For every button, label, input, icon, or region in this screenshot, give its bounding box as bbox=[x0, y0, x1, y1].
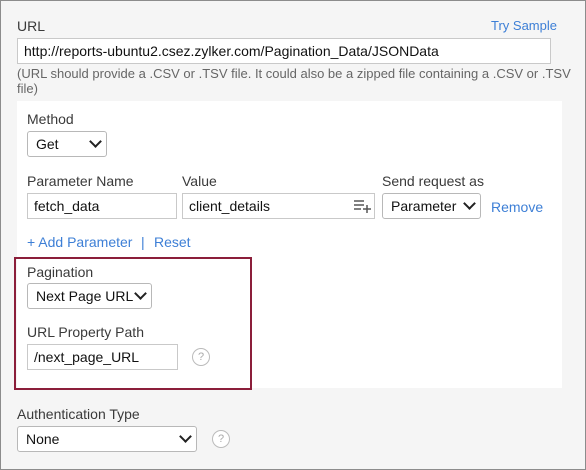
param-name-header: Parameter Name bbox=[27, 173, 134, 189]
add-parameter-link[interactable]: + Add Parameter bbox=[27, 234, 132, 250]
method-select[interactable]: Get bbox=[27, 131, 107, 157]
chevron-down-icon bbox=[89, 135, 102, 148]
form-container: URL Try Sample http://reports-ubuntu2.cs… bbox=[0, 0, 586, 470]
send-as-header: Send request as bbox=[382, 173, 484, 189]
send-as-value: Parameter bbox=[391, 198, 457, 214]
pagination-highlight-box bbox=[14, 257, 252, 390]
auth-type-label: Authentication Type bbox=[17, 406, 140, 422]
param-value-header: Value bbox=[182, 173, 217, 189]
param-name-input[interactable]: fetch_data bbox=[27, 193, 177, 219]
auth-type-select[interactable]: None bbox=[17, 426, 197, 452]
url-label: URL bbox=[17, 18, 46, 34]
try-sample-link[interactable]: Try Sample bbox=[491, 18, 557, 33]
param-value-text: client_details bbox=[189, 198, 270, 214]
chevron-down-icon bbox=[179, 430, 192, 443]
insert-variable-icon[interactable] bbox=[353, 198, 371, 214]
remove-parameter-link[interactable]: Remove bbox=[491, 199, 543, 215]
link-separator: | bbox=[141, 234, 145, 250]
url-input[interactable]: http://reports-ubuntu2.csez.zylker.com/P… bbox=[17, 38, 551, 64]
chevron-down-icon bbox=[463, 197, 476, 210]
send-as-select[interactable]: Parameter bbox=[382, 193, 481, 219]
method-label: Method bbox=[27, 111, 74, 127]
method-value: Get bbox=[36, 136, 59, 152]
reset-link[interactable]: Reset bbox=[154, 234, 191, 250]
auth-type-value: None bbox=[26, 431, 60, 447]
param-value-input[interactable]: client_details bbox=[182, 193, 375, 219]
url-hint: (URL should provide a .CSV or .TSV file.… bbox=[17, 66, 571, 96]
help-icon[interactable]: ? bbox=[212, 430, 230, 448]
